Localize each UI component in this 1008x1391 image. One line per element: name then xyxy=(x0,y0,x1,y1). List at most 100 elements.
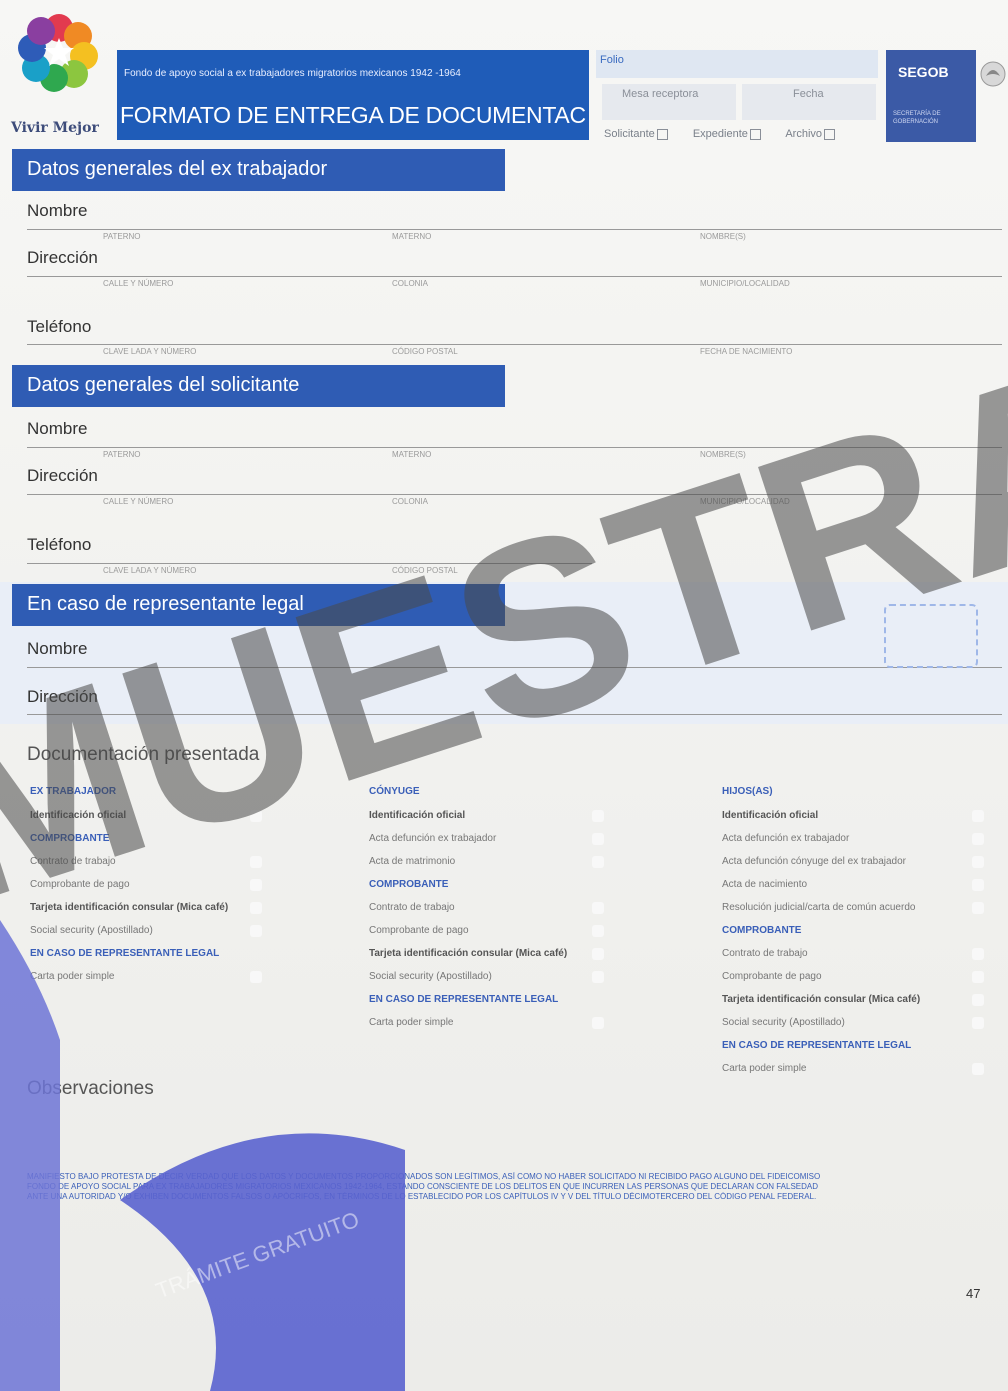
form-title: FORMATO DE ENTREGA DE DOCUMENTACIÓN xyxy=(120,102,586,128)
sub-colonia: COLONIA xyxy=(392,279,429,288)
col3-item: Acta defunción ex trabajador xyxy=(722,833,850,844)
checkbox[interactable] xyxy=(592,902,604,914)
col3-item: Acta defunción cónyuge del ex trabajador xyxy=(722,856,907,867)
label-telefono-solicitante: Teléfono xyxy=(27,535,92,554)
checkbox[interactable] xyxy=(972,810,984,822)
checkbox[interactable] xyxy=(592,925,604,937)
decorative-swoosh-icon xyxy=(0,920,405,1391)
col3-item: Tarjeta identificación consular (Mica ca… xyxy=(722,994,921,1005)
checkbox[interactable] xyxy=(972,948,984,960)
col1-item: Contrato de trabajo xyxy=(30,856,116,867)
sub-lada: CLAVE LADA Y NÚMERO xyxy=(103,347,197,356)
sub-cp-2: CÓDIGO POSTAL xyxy=(392,566,458,575)
section-title-solicitante: Datos generales del solicitante xyxy=(27,374,300,396)
checkbox[interactable] xyxy=(592,1017,604,1029)
sub-fecha-nac: FECHA DE NACIMIENTO xyxy=(700,347,793,356)
label-nombre-representante: Nombre xyxy=(27,639,88,658)
label-direccion: Dirección xyxy=(27,248,98,267)
page-number: 47 xyxy=(966,1286,981,1301)
sub-calle-2: CALLE Y NÚMERO xyxy=(103,497,174,506)
check-label-archivo: Archivo xyxy=(785,128,823,140)
eagle-seal-icon xyxy=(980,61,1006,87)
checkbox[interactable] xyxy=(972,971,984,983)
brand-name: Vivir Mejor xyxy=(11,120,99,136)
input-line-telefono-solicitante[interactable] xyxy=(27,563,592,564)
input-line-nombre-representante[interactable] xyxy=(27,667,1002,668)
vivir-mejor-logo-icon xyxy=(18,14,98,92)
sub-municipio-2: MUNICIPIO/LOCALIDAD xyxy=(700,497,790,506)
check-label-solicitante: Solicitante xyxy=(604,128,655,140)
checkbox-expediente[interactable] xyxy=(749,128,761,140)
input-line-direccion-solicitante[interactable] xyxy=(27,494,1002,495)
col1-header: EX TRABAJADOR xyxy=(30,786,117,797)
col1-comprobante: COMPROBANTE xyxy=(30,833,110,844)
folio-label: Folio xyxy=(600,54,624,66)
checkbox[interactable] xyxy=(972,1063,984,1075)
sub-nombres-2: NOMBRE(S) xyxy=(700,450,746,459)
fecha-label: Fecha xyxy=(793,88,824,100)
col3-item: Identificación oficial xyxy=(722,810,819,821)
input-line-nombre-solicitante[interactable] xyxy=(27,447,1002,448)
label-direccion-solicitante: Dirección xyxy=(27,466,98,485)
section-title-representante: En caso de representante legal xyxy=(27,593,304,615)
header-subtitle: Fondo de apoyo social a ex trabajadores … xyxy=(124,68,461,79)
sub-paterno-2: PATERNO xyxy=(103,450,141,459)
label-nombre: Nombre xyxy=(27,201,88,220)
checkbox[interactable] xyxy=(592,948,604,960)
checkbox[interactable] xyxy=(972,879,984,891)
checkbox-solicitante[interactable] xyxy=(656,128,668,140)
col3-item: Carta poder simple xyxy=(722,1063,807,1074)
checkbox[interactable] xyxy=(250,810,262,822)
sub-municipio: MUNICIPIO/LOCALIDAD xyxy=(700,279,790,288)
col3-header: HIJOS(AS) xyxy=(722,786,773,797)
checkbox[interactable] xyxy=(972,994,984,1006)
col3-item: Comprobante de pago xyxy=(722,971,822,982)
col1-item: Comprobante de pago xyxy=(30,879,130,890)
sub-materno: MATERNO xyxy=(392,232,432,241)
input-line-nombre[interactable] xyxy=(27,229,1002,230)
check-label-expediente: Expediente xyxy=(692,128,748,140)
sub-paterno: PATERNO xyxy=(103,232,141,241)
col2-comprobante: COMPROBANTE xyxy=(369,879,449,890)
checkbox[interactable] xyxy=(972,833,984,845)
mesa-label: Mesa receptora xyxy=(622,88,699,100)
col2-item: Acta de matrimonio xyxy=(369,856,456,867)
segob-text: SEGOB xyxy=(898,64,949,80)
checkbox[interactable] xyxy=(592,810,604,822)
input-line-direccion-representante[interactable] xyxy=(27,714,1002,715)
col3-item: Resolución judicial/carta de común acuer… xyxy=(722,902,916,913)
col2-header: CÓNYUGE xyxy=(369,786,420,797)
label-telefono: Teléfono xyxy=(27,317,92,336)
input-line-telefono[interactable] xyxy=(27,344,1002,345)
checkbox[interactable] xyxy=(250,879,262,891)
sub-lada-2: CLAVE LADA Y NÚMERO xyxy=(103,566,197,575)
checkbox[interactable] xyxy=(972,856,984,868)
col1-item: Identificación oficial xyxy=(30,810,127,821)
copy-checkboxes: Solicitante Expediente Archivo xyxy=(604,128,857,140)
sub-colonia-2: COLONIA xyxy=(392,497,429,506)
folio-field[interactable] xyxy=(596,50,878,78)
document-page: Vivir Mejor Fondo de apoyo social a ex t… xyxy=(0,0,1008,1391)
segob-subtext: SECRETARÍA DE GOBERNACIÓN xyxy=(893,111,941,125)
section-title-trabajador: Datos generales del ex trabajador xyxy=(27,158,328,180)
checkbox[interactable] xyxy=(250,856,262,868)
col3-representante: EN CASO DE REPRESENTANTE LEGAL xyxy=(722,1040,912,1051)
stamp-area xyxy=(884,604,978,668)
col3-item: Contrato de trabajo xyxy=(722,948,808,959)
checkbox-archivo[interactable] xyxy=(824,128,836,140)
sub-materno-2: MATERNO xyxy=(392,450,432,459)
sub-cp: CÓDIGO POSTAL xyxy=(392,347,458,356)
input-line-direccion[interactable] xyxy=(27,276,1002,277)
checkbox[interactable] xyxy=(592,833,604,845)
checkbox[interactable] xyxy=(592,856,604,868)
checkbox[interactable] xyxy=(972,902,984,914)
documentacion-title: Documentación presentada xyxy=(27,744,260,765)
col3-item: Acta de nacimiento xyxy=(722,879,808,890)
checkbox[interactable] xyxy=(592,971,604,983)
label-nombre-solicitante: Nombre xyxy=(27,419,88,438)
sub-nombres: NOMBRE(S) xyxy=(700,232,746,241)
col3-comprobante: COMPROBANTE xyxy=(722,925,802,936)
checkbox[interactable] xyxy=(972,1017,984,1029)
col2-item: Acta defunción ex trabajador xyxy=(369,833,497,844)
col2-item: Identificación oficial xyxy=(369,810,466,821)
